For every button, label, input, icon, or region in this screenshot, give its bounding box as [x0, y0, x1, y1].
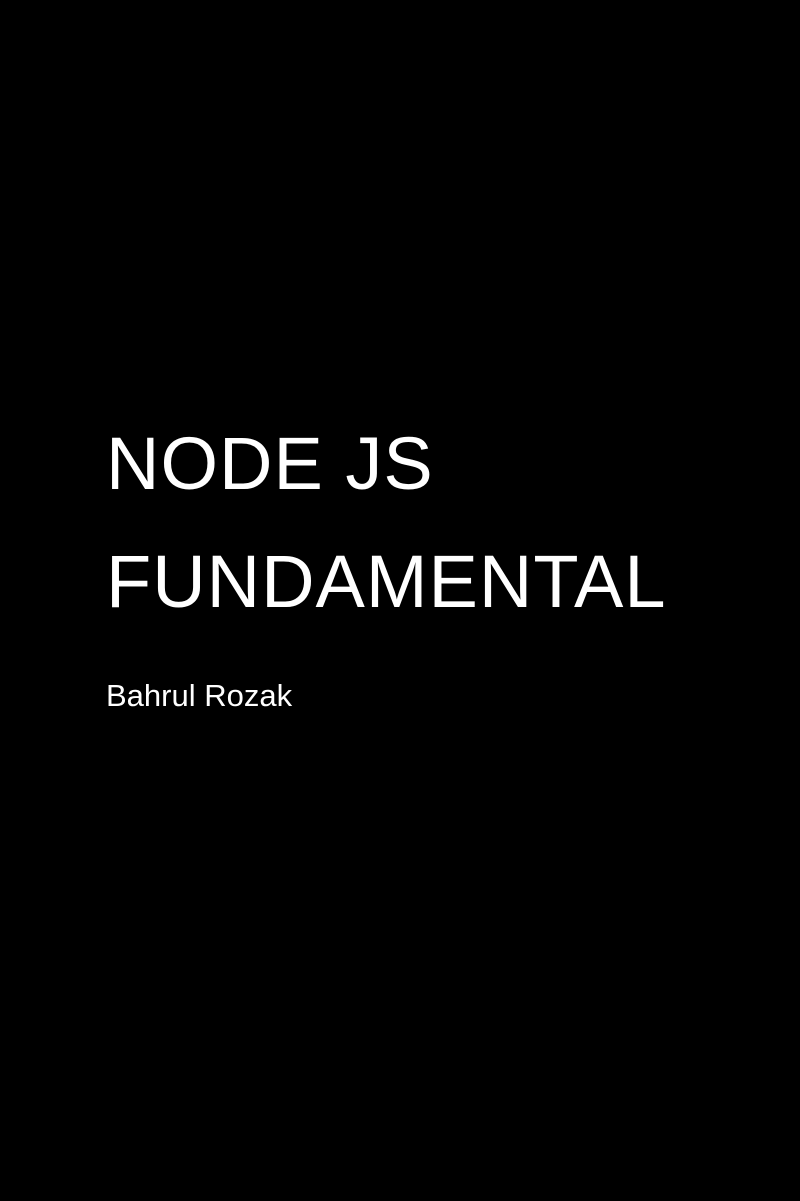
- title-line-2: FUNDAMENTAL: [106, 540, 667, 623]
- title-line-1: NODE JS: [106, 422, 434, 505]
- book-cover: NODE JS FUNDAMENTAL Bahrul Rozak: [0, 0, 800, 1201]
- book-title: NODE JS FUNDAMENTAL: [106, 405, 766, 641]
- author-name: Bahrul Rozak: [106, 678, 293, 713]
